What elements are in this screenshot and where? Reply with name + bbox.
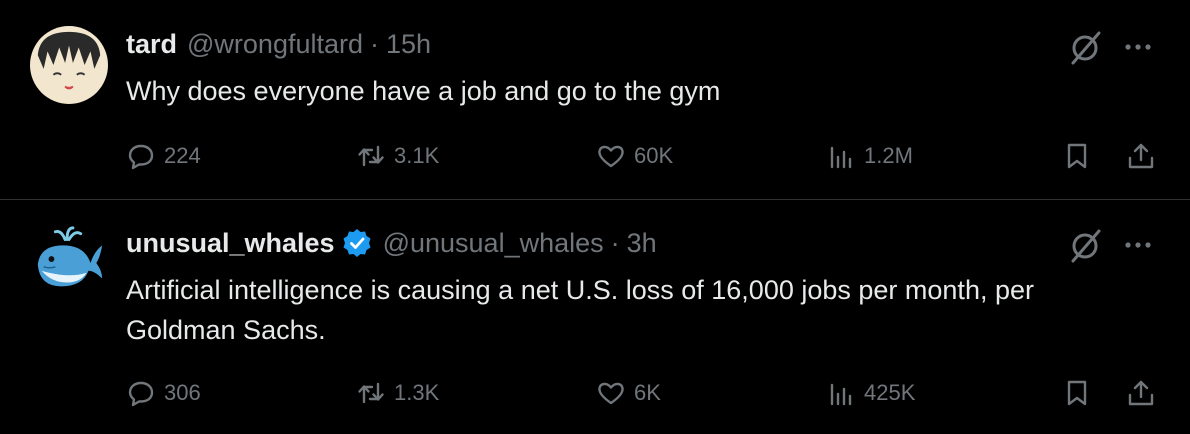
tweet-actions: 224 3.1K 60K 1.2M [126, 136, 1166, 176]
verified-badge-icon [341, 227, 373, 259]
heart-icon [598, 382, 624, 405]
tweet-top-actions [1066, 27, 1158, 67]
reply-button[interactable]: 306 [126, 373, 201, 413]
anime-face-avatar-icon [30, 26, 108, 104]
retweet-button[interactable]: 1.3K [356, 373, 439, 413]
avatar[interactable] [30, 222, 108, 300]
tweet[interactable]: tard @wrongfultard · 15h Why does everyo… [0, 0, 1190, 199]
share-button[interactable] [1126, 136, 1156, 176]
reply-count: 224 [164, 143, 201, 168]
display-name[interactable]: tard [126, 28, 177, 60]
reply-button[interactable]: 224 [126, 136, 201, 176]
tweet-header: tard @wrongfultard · 15h [126, 28, 431, 60]
more-options-icon[interactable] [1118, 27, 1158, 67]
avatar[interactable] [30, 26, 108, 104]
share-button[interactable] [1126, 373, 1156, 413]
separator-dot: · [610, 228, 620, 258]
reply-icon [128, 144, 154, 170]
more-options-icon[interactable] [1118, 225, 1158, 265]
tweet[interactable]: unusual_whales @unusual_whales · 3h Arti… [0, 200, 1190, 434]
tweet-top-actions [1066, 225, 1158, 265]
retweet-count: 1.3K [394, 380, 440, 405]
retweet-count: 3.1K [394, 143, 440, 168]
timestamp[interactable]: 15h [386, 28, 431, 60]
user-handle[interactable]: @wrongfultard [187, 28, 363, 60]
views-button[interactable]: 425K [826, 373, 915, 413]
tweet-actions: 306 1.3K 6K 425K [126, 373, 1166, 413]
like-button[interactable]: 6K [596, 373, 661, 413]
views-button[interactable]: 1.2M [826, 136, 913, 176]
bookmark-icon [1067, 143, 1087, 169]
like-count: 60K [634, 143, 674, 168]
tweet-text: Artificial intelligence is causing a net… [126, 275, 1034, 345]
share-icon [1128, 143, 1154, 169]
separator-dot: · [370, 29, 380, 59]
bookmark-button[interactable] [1062, 373, 1092, 413]
heart-icon [598, 145, 624, 168]
view-count: 425K [864, 380, 916, 405]
display-name[interactable]: unusual_whales [126, 227, 335, 259]
timeline-feed: tard @wrongfultard · 15h Why does everyo… [0, 0, 1190, 434]
timestamp[interactable]: 3h [627, 227, 657, 259]
blue-whale-avatar-icon [30, 222, 108, 300]
like-button[interactable]: 60K [596, 136, 673, 176]
like-count: 6K [634, 380, 661, 405]
tweet-text: Why does everyone have a job and go to t… [126, 76, 721, 106]
reply-icon [128, 381, 154, 407]
retweet-icon [358, 145, 384, 167]
retweet-button[interactable]: 3.1K [356, 136, 439, 176]
bookmark-button[interactable] [1062, 136, 1092, 176]
retweet-icon [358, 382, 384, 404]
views-chart-icon [830, 383, 852, 406]
tweet-header: unusual_whales @unusual_whales · 3h [126, 227, 657, 259]
share-icon [1128, 380, 1154, 406]
bookmark-icon [1067, 380, 1087, 406]
reply-count: 306 [164, 380, 201, 405]
user-handle[interactable]: @unusual_whales [383, 227, 604, 259]
views-chart-icon [830, 146, 852, 169]
grok-icon[interactable] [1066, 225, 1106, 265]
grok-icon[interactable] [1066, 27, 1106, 67]
view-count: 1.2M [864, 143, 913, 168]
